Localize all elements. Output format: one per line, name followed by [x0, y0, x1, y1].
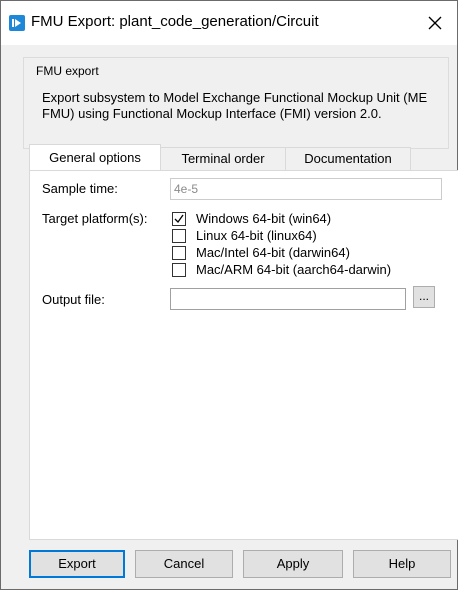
check-icon: [174, 214, 184, 224]
export-button[interactable]: Export: [29, 550, 125, 578]
sample-time-label: Sample time:: [42, 181, 118, 196]
title-bar[interactable]: FMU Export: plant_code_generation/Circui…: [1, 1, 457, 45]
platform-aarch64-darwin-label: Mac/ARM 64-bit (aarch64-darwin): [196, 262, 392, 277]
output-file-field[interactable]: [170, 288, 406, 310]
platform-linux64-checkbox[interactable]: [172, 229, 186, 243]
platform-win64-label: Windows 64-bit (win64): [196, 211, 332, 226]
platform-win64-checkbox[interactable]: [172, 212, 186, 226]
target-platforms-label: Target platform(s):: [42, 211, 148, 226]
tab-documentation[interactable]: Documentation: [285, 147, 411, 170]
cancel-button[interactable]: Cancel: [135, 550, 233, 578]
close-button[interactable]: [413, 1, 457, 45]
sample-time-field[interactable]: 4e-5: [170, 178, 442, 200]
platform-aarch64-darwin-checkbox[interactable]: [172, 263, 186, 277]
general-options-panel: Sample time: 4e-5 Target platform(s): Wi…: [29, 170, 458, 540]
tab-general-options[interactable]: General options: [29, 144, 161, 170]
output-file-label: Output file:: [42, 292, 105, 307]
platform-darwin64-label: Mac/Intel 64-bit (darwin64): [196, 245, 350, 260]
help-button[interactable]: Help: [353, 550, 451, 578]
browse-button[interactable]: ...: [413, 286, 435, 308]
groupbox-title: FMU export: [36, 64, 99, 78]
close-icon: [428, 16, 442, 30]
platform-linux64-label: Linux 64-bit (linux64): [196, 228, 317, 243]
fmu-export-dialog: FMU Export: plant_code_generation/Circui…: [0, 0, 458, 590]
groupbox-description: Export subsystem to Model Exchange Funct…: [42, 90, 428, 121]
tab-terminal-order[interactable]: Terminal order: [159, 147, 287, 170]
window-title: FMU Export: plant_code_generation/Circui…: [31, 13, 319, 30]
fmu-export-icon: [9, 15, 25, 31]
fmu-export-groupbox: FMU export Export subsystem to Model Exc…: [23, 57, 449, 149]
platform-darwin64-checkbox[interactable]: [172, 246, 186, 260]
apply-button[interactable]: Apply: [243, 550, 343, 578]
